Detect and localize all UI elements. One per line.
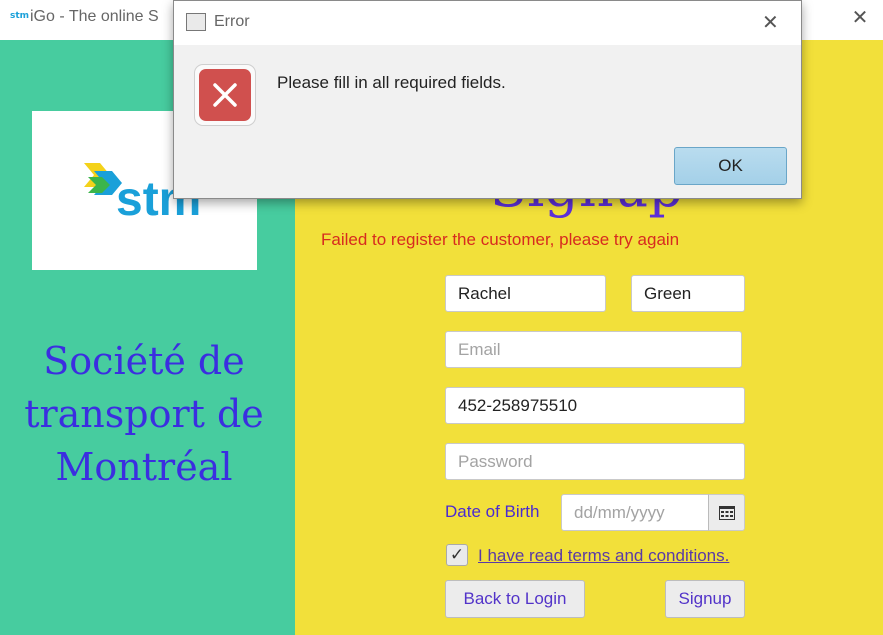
app-logo-icon: stm <box>10 11 30 21</box>
phone-input[interactable] <box>445 387 745 424</box>
dialog-window-icon <box>186 13 206 31</box>
first-name-input[interactable] <box>445 275 606 312</box>
signup-button[interactable]: Signup <box>665 580 745 618</box>
password-field[interactable] <box>445 443 745 480</box>
dialog-title: Error <box>214 13 250 30</box>
window-close-button[interactable]: ✕ <box>848 4 872 30</box>
calendar-icon <box>718 505 735 520</box>
dialog-close-button[interactable]: ✕ <box>762 10 779 34</box>
dialog-message: Please fill in all required fields. <box>277 73 506 92</box>
email-field[interactable] <box>445 331 742 368</box>
error-x-icon <box>199 69 251 121</box>
ok-button[interactable]: OK <box>674 147 787 185</box>
registration-error-message: Failed to register the customer, please … <box>321 230 680 249</box>
last-name-input[interactable] <box>631 275 745 312</box>
calendar-picker-button[interactable] <box>708 494 745 531</box>
error-icon <box>194 64 256 126</box>
date-of-birth-label: Date of Birth <box>445 502 540 521</box>
terms-checkbox[interactable]: ✓ <box>446 544 468 566</box>
organization-name: Société de transport de Montréal <box>24 339 264 489</box>
dialog-titlebar: Error ✕ <box>174 1 801 45</box>
window-title: iGo - The online S <box>30 8 159 25</box>
terms-conditions-link[interactable]: I have read terms and conditions. <box>478 546 729 566</box>
date-of-birth-input[interactable] <box>561 494 709 531</box>
error-dialog: Error ✕ Please fill in all required fiel… <box>173 0 802 199</box>
back-to-login-button[interactable]: Back to Login <box>445 580 585 618</box>
